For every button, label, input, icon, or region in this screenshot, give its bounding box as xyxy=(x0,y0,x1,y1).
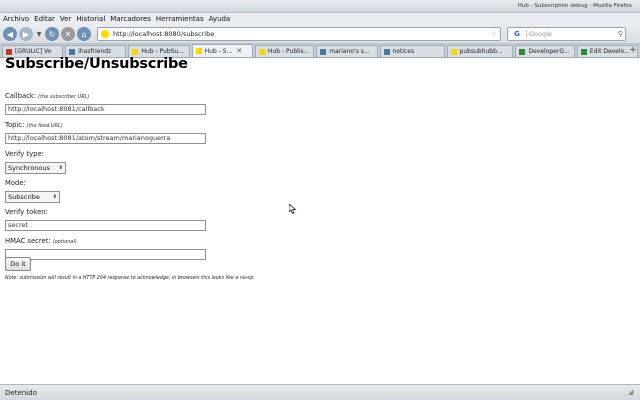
tab-label: ihasfriendz xyxy=(78,48,112,55)
stop-icon: ✕ xyxy=(64,29,72,39)
menu-editar[interactable]: Editar xyxy=(34,15,55,23)
verify-token-label: Verify token: xyxy=(5,208,48,216)
navigation-toolbar: ◀ ▶ ▼ ↻ ✕ ⌂ http://localhost:8080/subscr… xyxy=(0,25,640,44)
arrow-left-icon: ◀ xyxy=(6,29,14,39)
tab-favicon-icon xyxy=(132,48,139,55)
bookmark-star-icon[interactable]: ☆ xyxy=(491,30,497,38)
hmac-field-group: HMAC secret: (optional) xyxy=(5,228,206,260)
menu-herramientas[interactable]: Herramientas xyxy=(156,15,204,23)
home-button[interactable]: ⌂ xyxy=(77,27,91,41)
menu-archivo[interactable]: Archivo xyxy=(3,15,29,23)
hmac-hint: (optional) xyxy=(52,239,77,245)
window-titlebar: Hub - Subscription debug - Mozilla Firef… xyxy=(0,0,640,13)
callback-field-group: Callback: (the subscriber URL) http://loc… xyxy=(5,83,206,115)
topic-hint: (the feed URL) xyxy=(26,123,63,129)
resize-grip-icon[interactable]: ◢ xyxy=(628,388,637,397)
window-title: Hub - Subscription debug - Mozilla Firef… xyxy=(517,3,632,9)
history-dropdown-button[interactable]: ▼ xyxy=(35,27,43,41)
tab-label: DeveloperG... xyxy=(528,48,570,55)
reload-icon: ↻ xyxy=(48,29,56,39)
tab-label: Hub - PubSu... xyxy=(141,48,185,55)
search-input[interactable]: Google xyxy=(527,30,618,38)
menu-bar: Archivo Editar Ver Historial Marcadores … xyxy=(0,13,640,25)
chevron-down-icon: ▼ xyxy=(36,30,42,38)
menu-ayuda[interactable]: Ayuda xyxy=(209,15,231,23)
tab-label: Hub - S... xyxy=(204,47,233,55)
topic-label: Topic: xyxy=(5,121,25,129)
page-title: Subscribe/Unsubscribe xyxy=(5,56,188,72)
tab-favicon-icon xyxy=(258,48,265,55)
tab-label: [GRULIC] Vo xyxy=(15,48,52,55)
submit-button[interactable]: Do it xyxy=(5,257,31,271)
reload-button[interactable]: ↻ xyxy=(45,27,59,41)
verify-token-field-group: Verify token: secret xyxy=(5,199,206,231)
hmac-label: HMAC secret: xyxy=(5,237,51,245)
hmac-input[interactable] xyxy=(5,249,206,260)
tab-favicon-icon xyxy=(519,48,526,55)
mouse-cursor-icon xyxy=(289,204,297,214)
tab-favicon-icon xyxy=(580,48,587,55)
menu-marcadores[interactable]: Marcadores xyxy=(110,15,151,23)
forward-button[interactable]: ▶ xyxy=(19,27,33,41)
tab-favicon-icon xyxy=(450,48,457,55)
tab-favicon-icon xyxy=(6,48,12,55)
tab-favicon-icon xyxy=(320,48,327,55)
site-favicon-icon xyxy=(101,30,109,38)
menu-ver[interactable]: Ver xyxy=(60,15,71,23)
tab-label: Hub - Publis... xyxy=(267,48,310,55)
home-icon: ⌂ xyxy=(81,29,87,39)
tab-label: pubsubhubb... xyxy=(459,48,503,55)
topic-field-group: Topic: (the feed URL) http://localhost:80… xyxy=(5,112,206,144)
url-bar[interactable]: http://localhost:8080/subscribe ☆ xyxy=(97,27,501,41)
back-button[interactable]: ◀ xyxy=(3,27,17,41)
tab-label: notices xyxy=(392,48,415,55)
status-text: Detenido xyxy=(5,388,37,397)
url-text[interactable]: http://localhost:8080/subscribe xyxy=(113,30,491,38)
tab-favicon-icon xyxy=(195,48,202,54)
callback-hint: (the subscriber URL) xyxy=(38,94,90,100)
status-bar: Detenido ◢ xyxy=(0,384,640,400)
submission-note: Note: submission will result in a HTTP 2… xyxy=(5,276,254,281)
menu-historial[interactable]: Historial xyxy=(76,15,105,23)
tab-favicon-icon xyxy=(69,48,76,55)
callback-label: Callback: xyxy=(5,92,37,100)
search-engine-icon[interactable]: G xyxy=(508,30,527,38)
search-icon[interactable]: ⚲ xyxy=(618,30,623,38)
search-box[interactable]: G Google ⚲ xyxy=(507,27,626,41)
arrow-right-icon: ▶ xyxy=(22,29,30,39)
tab-close-icon[interactable]: ✕ xyxy=(236,47,242,55)
tab-label: mariano's s... xyxy=(329,48,370,55)
mode-label: Mode: xyxy=(5,179,26,187)
tab-label: Edit Develo... xyxy=(589,48,630,55)
stop-button[interactable]: ✕ xyxy=(61,27,75,41)
tab-favicon-icon xyxy=(383,48,390,55)
page-content: Subscribe/Unsubscribe Callback: (the subs… xyxy=(0,55,640,384)
verify-type-label: Verify type: xyxy=(5,150,44,158)
tab-list-icon[interactable]: ✛ xyxy=(630,46,636,54)
